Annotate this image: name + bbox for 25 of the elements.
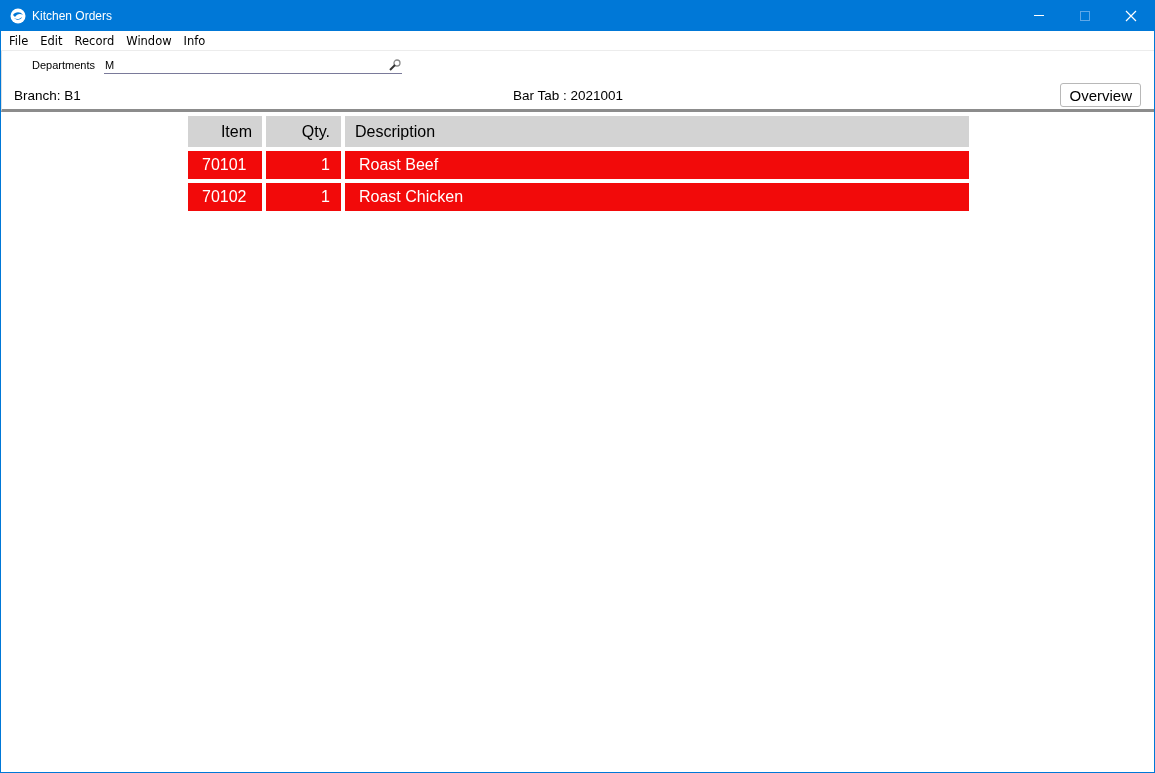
departments-label: Departments [32, 59, 95, 71]
menu-item[interactable]: File [3, 33, 35, 48]
branch-label: Branch: B1 [14, 87, 82, 103]
maximize-icon [1079, 9, 1091, 22]
menu-item[interactable]: Edit [34, 33, 69, 48]
table-cell: 1 [266, 151, 341, 179]
table-cell: 1 [266, 183, 341, 211]
table-cell: 70101 [188, 151, 262, 179]
column-header[interactable]: Description [345, 116, 969, 147]
column-header[interactable]: Qty. [266, 116, 341, 147]
minimize-icon [1034, 15, 1044, 16]
close-icon [1125, 9, 1137, 22]
table-cell: Roast Beef [345, 151, 969, 179]
bar-tab-label: Bar Tab : 2021001 [513, 87, 625, 103]
menu-item[interactable]: Record [68, 33, 121, 48]
table-cell: 70102 [188, 183, 262, 211]
table-cell: Roast Chicken [345, 183, 969, 211]
app-logo-icon [10, 7, 26, 24]
menu-item[interactable]: Info [177, 33, 212, 48]
overview-button[interactable]: Overview [1060, 83, 1141, 107]
search-icon [389, 58, 401, 71]
window-title: Kitchen Orders [32, 8, 114, 23]
menu-item[interactable]: Window [120, 33, 178, 48]
departments-field[interactable]: M [104, 56, 402, 74]
column-header[interactable]: Item [188, 116, 262, 147]
